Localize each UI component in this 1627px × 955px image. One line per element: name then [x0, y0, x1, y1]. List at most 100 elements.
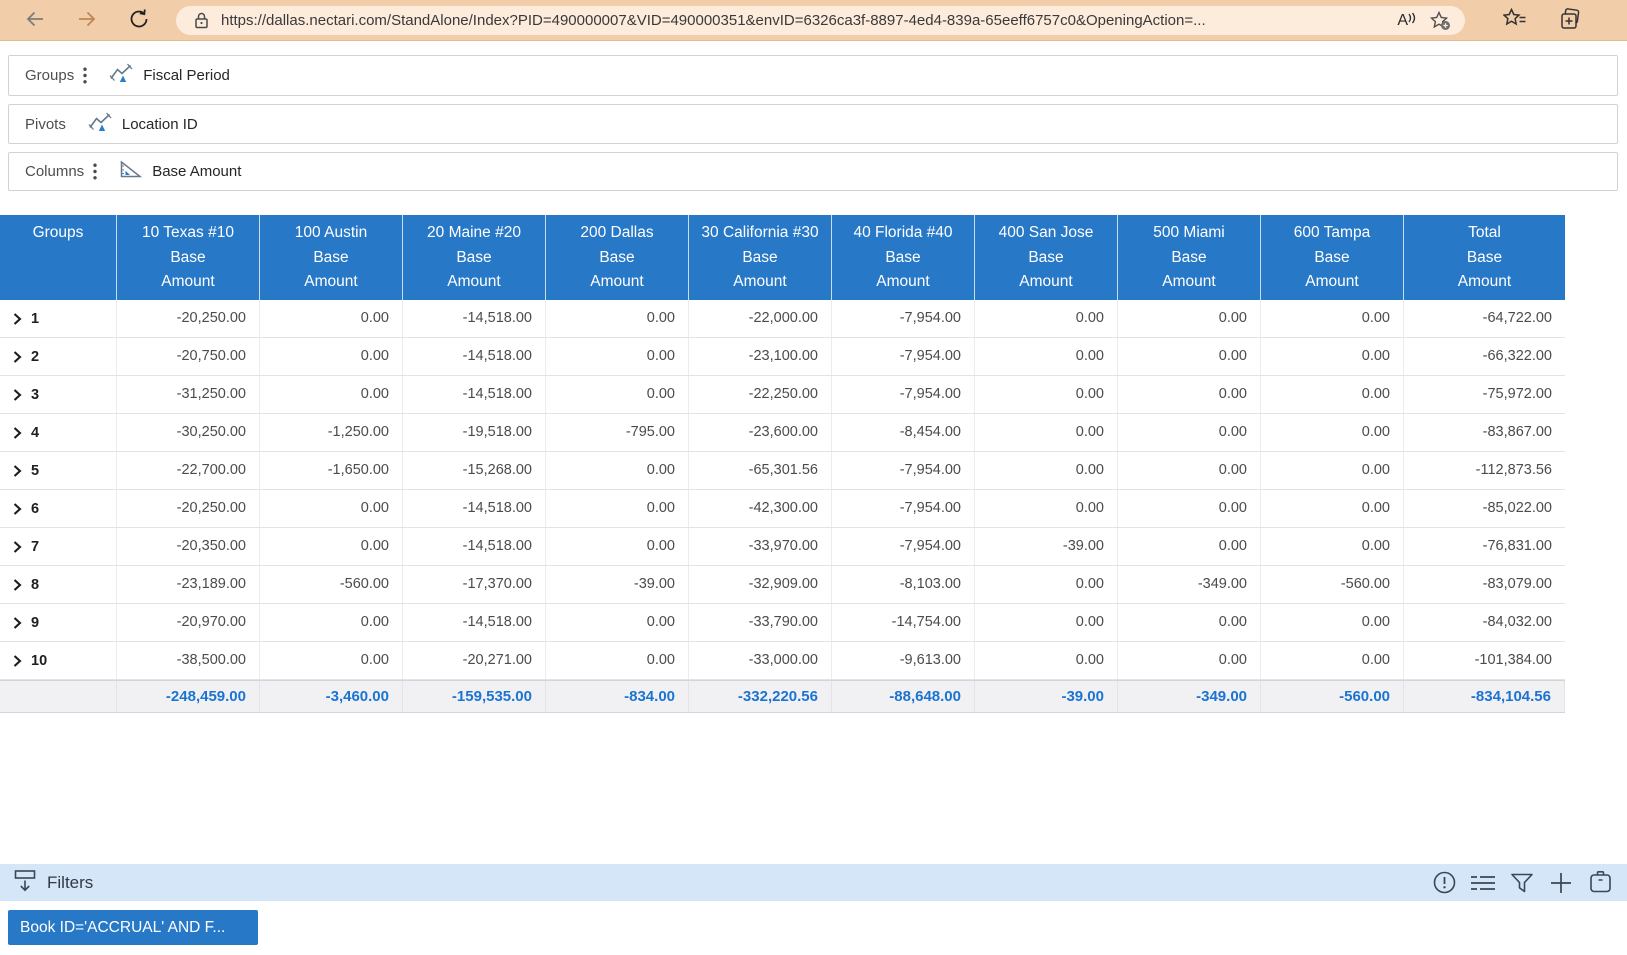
add-favorite-icon[interactable]	[1430, 11, 1451, 31]
filter-chip-book-id[interactable]: Book ID='ACCRUAL' AND F...	[8, 910, 258, 945]
row-expander-10[interactable]: 10	[0, 642, 117, 679]
favorites-bar-icon	[1503, 8, 1527, 34]
column-header-200-dallas[interactable]: 200 DallasBaseAmount	[546, 215, 689, 300]
amount-cell: 0.00	[260, 300, 403, 337]
amount-cell: -14,754.00	[832, 604, 975, 641]
refresh-button[interactable]	[126, 8, 152, 34]
table-row-10: 10-38,500.000.00-20,271.000.00-33,000.00…	[0, 642, 1565, 680]
table-header: Groups10 Texas #10BaseAmount100 AustinBa…	[0, 215, 1565, 300]
back-button[interactable]	[22, 8, 48, 34]
forward-button[interactable]	[74, 8, 100, 34]
amount-cell: 0.00	[260, 338, 403, 375]
amount-cell: 0.00	[975, 490, 1118, 527]
table-total-row: -248,459.00-3,460.00-159,535.00-834.00-3…	[0, 680, 1565, 713]
expand-chevron-icon[interactable]	[13, 389, 22, 401]
amount-cell: -84,032.00	[1404, 604, 1565, 641]
save-filter-icon[interactable]	[1587, 870, 1613, 896]
column-header-10-texas-10[interactable]: 10 Texas #10BaseAmount	[117, 215, 260, 300]
amount-cell: 0.00	[546, 604, 689, 641]
amount-cell: 0.00	[1261, 300, 1404, 337]
groups-field-fiscal-period[interactable]: Fiscal Period	[109, 63, 230, 88]
expand-chevron-icon[interactable]	[13, 503, 22, 515]
amount-cell: 0.00	[1118, 528, 1261, 565]
row-expander-5[interactable]: 5	[0, 452, 117, 489]
amount-cell: -66,322.00	[1404, 338, 1565, 375]
amount-cell: 0.00	[1118, 604, 1261, 641]
amount-cell: -75,972.00	[1404, 376, 1565, 413]
row-expander-2[interactable]: 2	[0, 338, 117, 375]
total-amount-cell: -39.00	[975, 681, 1118, 712]
row-expander-4[interactable]: 4	[0, 414, 117, 451]
amount-cell: -20,250.00	[117, 300, 260, 337]
amount-cell: 0.00	[975, 338, 1118, 375]
expand-chevron-icon[interactable]	[13, 427, 22, 439]
column-header-600-tampa[interactable]: 600 TampaBaseAmount	[1261, 215, 1404, 300]
row-expander-3[interactable]: 3	[0, 376, 117, 413]
column-header-500-miami[interactable]: 500 MiamiBaseAmount	[1118, 215, 1261, 300]
amount-cell: 0.00	[546, 452, 689, 489]
row-expander-1[interactable]: 1	[0, 300, 117, 337]
row-expander-6[interactable]: 6	[0, 490, 117, 527]
table-row-7: 7-20,350.000.00-14,518.000.00-33,970.00-…	[0, 528, 1565, 566]
site-lock-icon[interactable]	[194, 12, 209, 29]
total-amount-cell: -560.00	[1261, 681, 1404, 712]
columns-menu-icon[interactable]	[93, 163, 97, 180]
column-header-total[interactable]: TotalBaseAmount	[1404, 215, 1565, 300]
add-filter-icon[interactable]	[1548, 870, 1574, 896]
forward-arrow-icon	[76, 8, 98, 35]
expand-chevron-icon[interactable]	[13, 465, 22, 477]
column-header-400-san-jose[interactable]: 400 San JoseBaseAmount	[975, 215, 1118, 300]
amount-cell: -42,300.00	[689, 490, 832, 527]
amount-cell: -14,518.00	[403, 376, 546, 413]
columns-panel-label: Columns	[25, 163, 84, 180]
expand-chevron-icon[interactable]	[13, 617, 22, 629]
pivots-panel: Pivots Location ID	[8, 104, 1618, 144]
amount-cell: -8,454.00	[832, 414, 975, 451]
pivots-panel-label: Pivots	[25, 116, 66, 133]
column-header-40-florida-40[interactable]: 40 Florida #40BaseAmount	[832, 215, 975, 300]
alert-circle-icon[interactable]	[1431, 870, 1457, 896]
amount-cell: -14,518.00	[403, 528, 546, 565]
amount-cell: 0.00	[1261, 338, 1404, 375]
expand-chevron-icon[interactable]	[13, 655, 22, 667]
amount-cell: -23,189.00	[117, 566, 260, 603]
read-aloud-icon[interactable]: A	[1397, 12, 1416, 30]
url-text[interactable]: https://dallas.nectari.com/StandAlone/In…	[221, 12, 1383, 29]
amount-cell: 0.00	[1118, 642, 1261, 679]
column-header-30-california-30[interactable]: 30 California #30BaseAmount	[689, 215, 832, 300]
column-header-20-maine-20[interactable]: 20 Maine #20BaseAmount	[403, 215, 546, 300]
amount-cell: -22,700.00	[117, 452, 260, 489]
amount-cell: -85,022.00	[1404, 490, 1565, 527]
table-body: 1-20,250.000.00-14,518.000.00-22,000.00-…	[0, 300, 1565, 680]
amount-cell: -560.00	[260, 566, 403, 603]
filter-rows-icon[interactable]	[14, 869, 36, 897]
amount-cell: 0.00	[1261, 642, 1404, 679]
row-expander-7[interactable]: 7	[0, 528, 117, 565]
amount-cell: -39.00	[975, 528, 1118, 565]
amount-cell: 0.00	[1118, 300, 1261, 337]
filters-toolbar	[1431, 870, 1613, 896]
amount-cell: 0.00	[1261, 528, 1404, 565]
filters-title: Filters	[47, 873, 93, 893]
column-header-100-austin[interactable]: 100 AustinBaseAmount	[260, 215, 403, 300]
expand-chevron-icon[interactable]	[13, 351, 22, 363]
amount-cell: 0.00	[260, 604, 403, 641]
favorites-bar-button[interactable]	[1503, 9, 1527, 33]
columns-field-base-amount[interactable]: Base Amount	[119, 159, 241, 184]
table-row-6: 6-20,250.000.00-14,518.000.00-42,300.00-…	[0, 490, 1565, 528]
expand-chevron-icon[interactable]	[13, 541, 22, 553]
column-header-groups[interactable]: Groups	[0, 215, 117, 300]
amount-cell: -20,250.00	[117, 490, 260, 527]
collections-button[interactable]	[1558, 9, 1582, 33]
row-expander-8[interactable]: 8	[0, 566, 117, 603]
groups-menu-icon[interactable]	[83, 67, 87, 84]
row-expander-9[interactable]: 9	[0, 604, 117, 641]
pivots-field-location-id[interactable]: Location ID	[88, 112, 198, 137]
address-bar[interactable]: https://dallas.nectari.com/StandAlone/In…	[176, 6, 1465, 35]
amount-cell: -33,790.00	[689, 604, 832, 641]
summary-list-icon[interactable]	[1470, 870, 1496, 896]
expand-chevron-icon[interactable]	[13, 579, 22, 591]
expand-chevron-icon[interactable]	[13, 313, 22, 325]
amount-cell: 0.00	[546, 642, 689, 679]
filter-funnel-icon[interactable]	[1509, 870, 1535, 896]
